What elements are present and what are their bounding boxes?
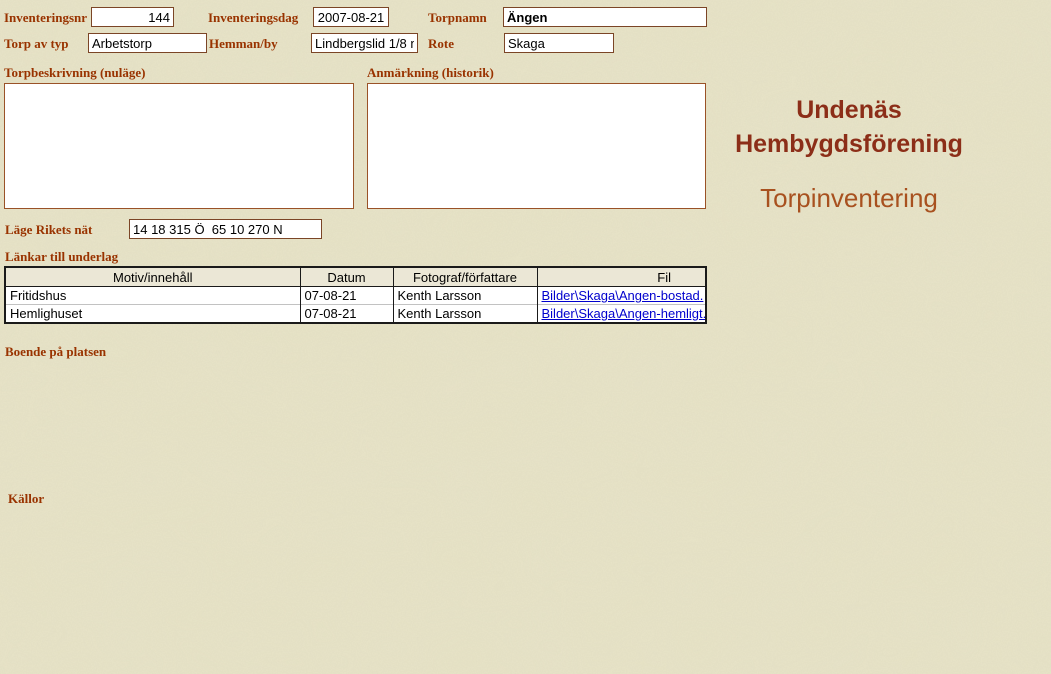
fil-link-hemligt[interactable]: Bilder\Skaga\Angen-hemligt. [542, 306, 707, 321]
cell-fotograf: Kenth Larsson [392, 304, 537, 323]
cell-datum: 07-08-21 [299, 286, 393, 305]
org-title-line1: Undenäs [796, 96, 902, 124]
inventeringsdag-label: Inventeringsdag [208, 10, 299, 25]
cell-fil: Bilder\Skaga\Angen-hemligt. [536, 304, 707, 323]
col-header-fil: Fil [536, 267, 706, 287]
torp-av-typ-input[interactable] [88, 33, 207, 53]
lage-rikets-nat-label: Läge Rikets nät [5, 222, 93, 237]
cell-datum: 07-08-21 [299, 304, 393, 323]
boende-pa-platsen-heading: Boende på platsen [5, 344, 107, 359]
kallor-heading: Källor [8, 491, 45, 506]
torpbeskrivning-textarea[interactable] [4, 83, 354, 209]
col-header-fotograf: Fotograf/författare [392, 267, 537, 287]
fil-link-bostad[interactable]: Bilder\Skaga\Angen-bostad. [542, 288, 704, 303]
cell-fotograf: Kenth Larsson [392, 286, 537, 305]
torpnamn-input[interactable] [503, 7, 707, 27]
table-row: Hemlighuset 07-08-21 Kenth Larsson Bilde… [5, 304, 707, 323]
rote-label: Rote [428, 36, 454, 51]
inventeringsnr-label: Inventeringsnr [4, 10, 88, 25]
cell-motiv: Hemlighuset [5, 304, 300, 323]
page-title: Torpinventering [760, 183, 938, 213]
table-header-row: Motiv/innehåll Datum Fotograf/författare… [5, 267, 706, 287]
org-title-line2: Hembygdsförening [735, 130, 963, 158]
col-header-datum: Datum [299, 267, 393, 287]
col-header-motiv: Motiv/innehåll [5, 267, 300, 287]
lage-rikets-nat-input[interactable] [129, 219, 322, 239]
org-title-block: Undenäs Hembygdsförening Torpinventering [715, 93, 983, 214]
rote-input[interactable] [504, 33, 614, 53]
anmarkning-label: Anmärkning (historik) [367, 65, 494, 80]
torpbeskrivning-label: Torpbeskrivning (nuläge) [4, 65, 146, 80]
hemman-by-input[interactable] [311, 33, 418, 53]
torp-av-typ-label: Torp av typ [4, 36, 69, 51]
hemman-by-label: Hemman/by [209, 36, 278, 51]
lankar-till-underlag-heading: Länkar till underlag [5, 249, 119, 264]
torpnamn-label: Torpnamn [428, 10, 487, 25]
underlag-table: Motiv/innehåll Datum Fotograf/författare… [4, 266, 707, 324]
cell-motiv: Fritidshus [10, 288, 67, 303]
inventeringsnr-input[interactable] [91, 7, 174, 27]
anmarkning-textarea[interactable] [367, 83, 706, 209]
table-row: Fritidshus 07-08-21 Kenth Larsson Bilder… [5, 286, 706, 305]
cell-fil: Bilder\Skaga\Angen-bostad. [536, 286, 706, 305]
inventeringsdag-input[interactable] [313, 7, 389, 27]
